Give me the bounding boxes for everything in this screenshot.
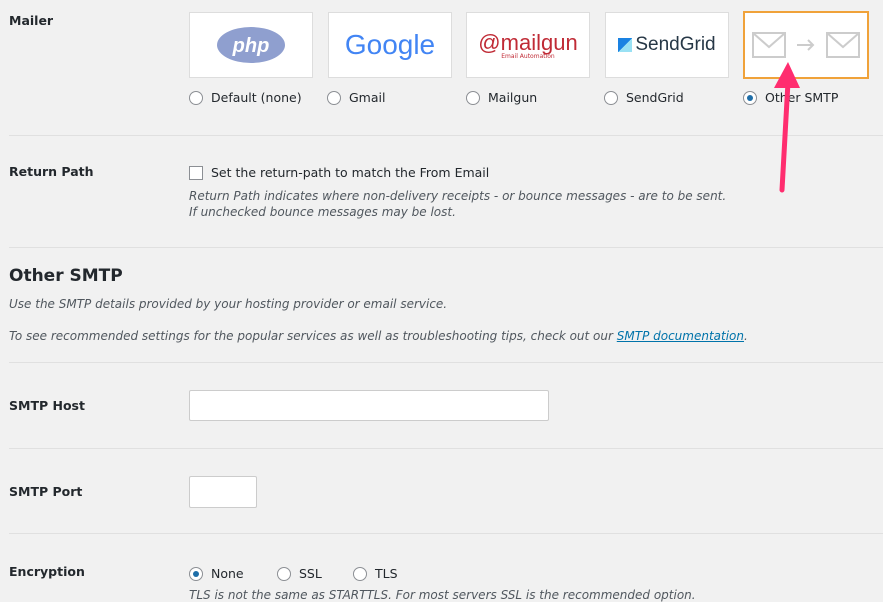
google-logo: Google xyxy=(344,29,436,60)
smtp-documentation-link[interactable]: SMTP documentation xyxy=(617,329,744,343)
radio-button[interactable] xyxy=(189,90,203,105)
encryption-label: Encryption xyxy=(9,564,85,579)
radio-button-checked[interactable] xyxy=(189,566,203,581)
divider xyxy=(9,448,883,449)
radio-button[interactable] xyxy=(327,90,341,105)
encryption-help: TLS is not the same as STARTTLS. For mos… xyxy=(189,588,696,602)
divider xyxy=(9,247,883,248)
return-path-help-1: Return Path indicates where non-delivery… xyxy=(189,189,727,203)
divider xyxy=(9,362,883,363)
section-heading: Other SMTP xyxy=(9,266,123,286)
return-path-checkbox[interactable] xyxy=(189,165,203,180)
smtp-host-label: SMTP Host xyxy=(9,398,85,413)
radio-button[interactable] xyxy=(353,566,367,581)
svg-text:php: php xyxy=(232,35,270,57)
smtp-port-input[interactable] xyxy=(189,476,257,508)
mailer-card-other-smtp[interactable] xyxy=(743,11,869,79)
radio-button[interactable] xyxy=(277,566,291,581)
radio-button[interactable] xyxy=(604,90,618,105)
mailer-card-default[interactable]: php xyxy=(189,12,313,78)
mailer-radio-default[interactable]: Default (none) xyxy=(189,90,302,105)
mailer-card-sendgrid[interactable]: SendGrid xyxy=(605,12,729,78)
encryption-radio-none[interactable]: None xyxy=(189,566,244,581)
envelope-arrow-icon xyxy=(752,32,860,58)
mailer-card-mailgun[interactable]: @mailgun Email Automation xyxy=(466,12,590,78)
mailer-card-gmail[interactable]: Google xyxy=(328,12,452,78)
smtp-port-label: SMTP Port xyxy=(9,484,83,499)
smtp-host-input[interactable] xyxy=(189,390,549,421)
mailer-radio-other-smtp[interactable]: Other SMTP xyxy=(743,90,838,105)
return-path-option[interactable]: Set the return-path to match the From Em… xyxy=(189,165,489,180)
mailgun-logo: @mailgun Email Automation xyxy=(478,30,578,60)
encryption-radio-tls[interactable]: TLS xyxy=(353,566,398,581)
divider xyxy=(9,135,883,136)
mailer-radio-gmail[interactable]: Gmail xyxy=(327,90,385,105)
sendgrid-logo: SendGrid xyxy=(618,34,716,56)
section-desc-1: Use the SMTP details provided by your ho… xyxy=(9,297,448,311)
return-path-label: Return Path xyxy=(9,164,94,179)
return-path-help-2: If unchecked bounce messages may be lost… xyxy=(189,205,456,219)
encryption-radio-ssl[interactable]: SSL xyxy=(277,566,322,581)
mailer-radio-mailgun[interactable]: Mailgun xyxy=(466,90,537,105)
php-logo: php xyxy=(217,27,285,63)
section-desc-2: To see recommended settings for the popu… xyxy=(9,329,748,343)
radio-button[interactable] xyxy=(466,90,480,105)
radio-button-checked[interactable] xyxy=(743,90,757,105)
divider xyxy=(9,533,883,534)
mailer-radio-sendgrid[interactable]: SendGrid xyxy=(604,90,684,105)
mailer-label: Mailer xyxy=(9,13,54,28)
